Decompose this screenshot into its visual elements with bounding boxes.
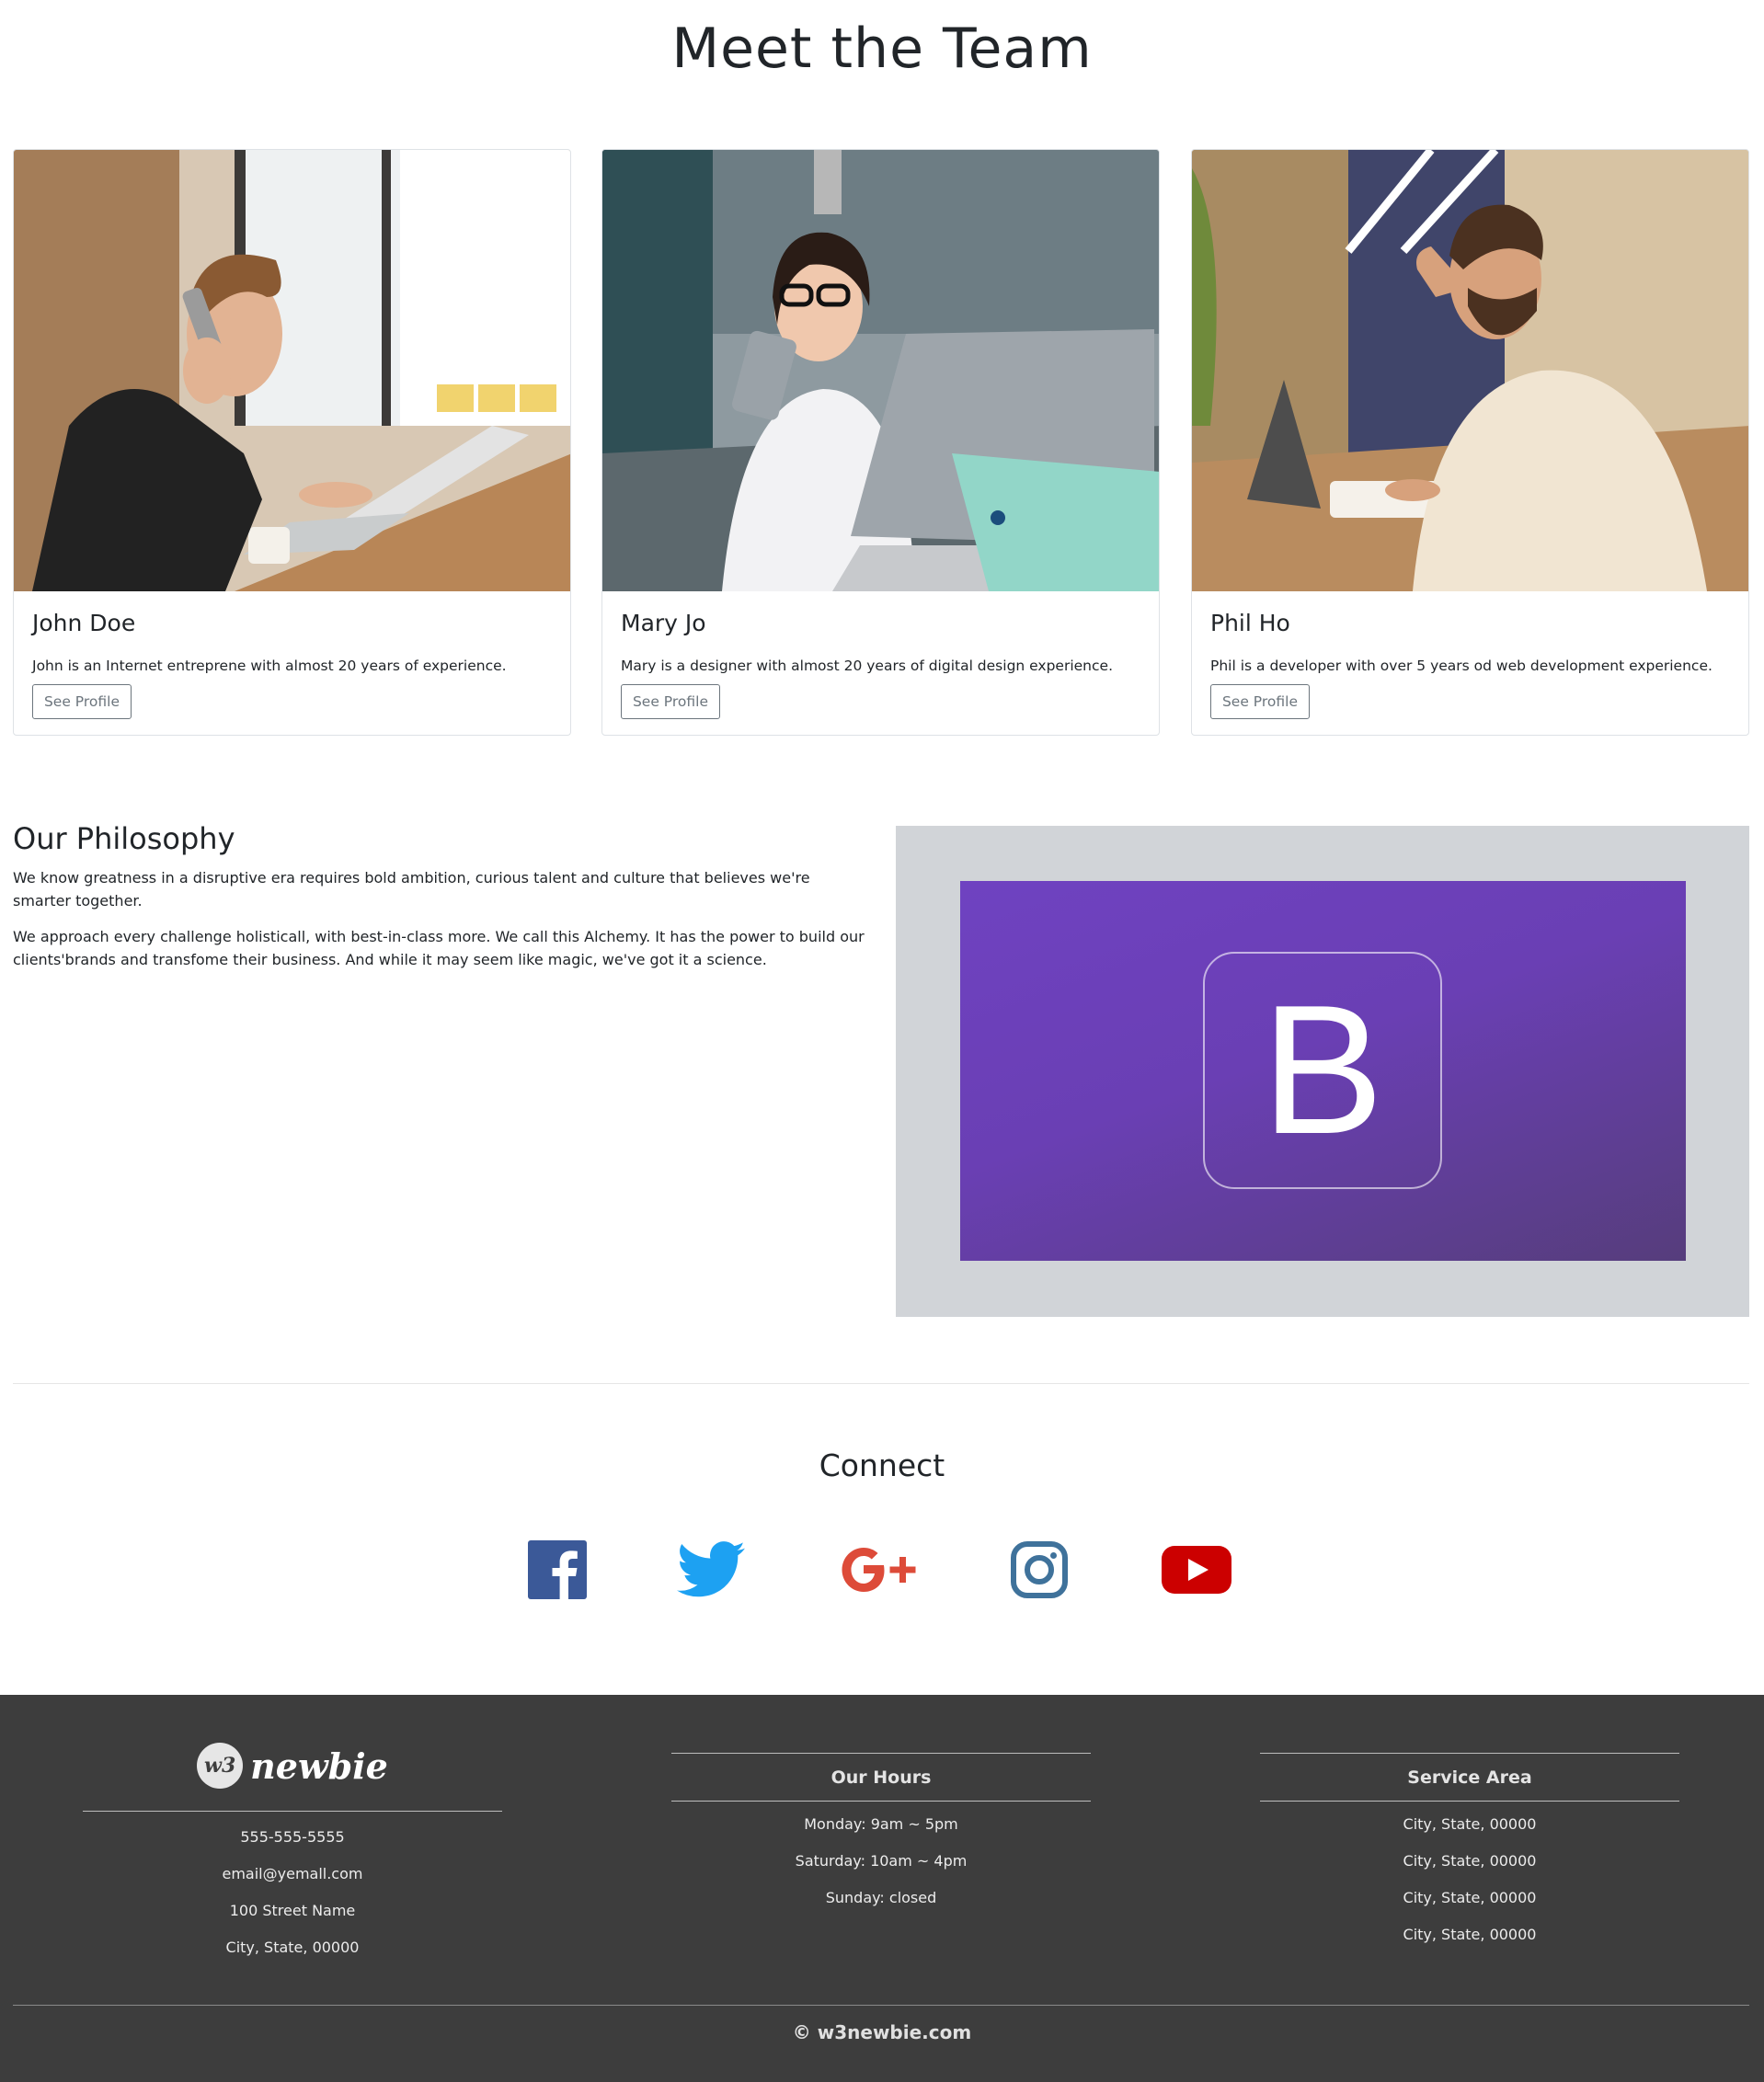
footer-street: 100 Street Name — [229, 1902, 356, 1919]
member-name: John Doe — [32, 610, 136, 636]
twitter-icon[interactable] — [677, 1538, 745, 1602]
philosophy-title: Our Philosophy — [13, 821, 235, 856]
bootstrap-logo-icon: B — [1203, 952, 1442, 1189]
footer-hours-line: Sunday: closed — [825, 1889, 937, 1906]
member-description: John is an Internet entreprene with almo… — [32, 658, 507, 674]
footer-service-line: City, State, 00000 — [1403, 1889, 1537, 1906]
footer-city: City, State, 00000 — [225, 1939, 360, 1956]
page-title: Meet the Team — [671, 17, 1093, 81]
footer-rule — [83, 1811, 502, 1812]
member-photo — [14, 150, 570, 591]
footer-contact: w3 newbie 555-555-5555 email@yemall.com … — [83, 1743, 502, 1966]
member-name: Mary Jo — [621, 610, 706, 636]
member-name: Phil Ho — [1210, 610, 1290, 636]
team-card: John Doe John is an Internet entreprene … — [13, 149, 571, 736]
footer-rule — [1260, 1801, 1679, 1802]
footer-service-title: Service Area — [1407, 1767, 1532, 1788]
footer: w3 newbie 555-555-5555 email@yemall.com … — [0, 1695, 1764, 2082]
footer-phone: 555-555-5555 — [240, 1828, 345, 1846]
logo-badge: w3 — [197, 1743, 244, 1789]
footer-hours-title: Our Hours — [830, 1767, 932, 1788]
see-profile-button[interactable]: See Profile — [621, 684, 720, 719]
connect-title: Connect — [819, 1447, 945, 1483]
team-card: Phil Ho Phil is a developer with over 5 … — [1191, 149, 1749, 736]
see-profile-button[interactable]: See Profile — [1210, 684, 1310, 719]
footer-service-line: City, State, 00000 — [1403, 1815, 1537, 1833]
footer-service-line: City, State, 00000 — [1403, 1926, 1537, 1943]
footer-service-line: City, State, 00000 — [1403, 1852, 1537, 1870]
member-description: Phil is a developer with over 5 years od… — [1210, 658, 1712, 674]
bootstrap-banner: B — [960, 881, 1686, 1261]
footer-logo[interactable]: w3 newbie — [83, 1737, 502, 1794]
team-card: Mary Jo Mary is a designer with almost 2… — [601, 149, 1160, 736]
member-photo — [1192, 150, 1748, 591]
logo-text: newbie — [250, 1745, 388, 1787]
footer-email: email@yemall.com — [222, 1865, 363, 1882]
copyright-rule — [13, 2005, 1749, 2006]
instagram-icon[interactable] — [1010, 1538, 1069, 1602]
facebook-icon[interactable] — [528, 1538, 587, 1602]
copyright[interactable]: © w3newbie.com — [0, 2021, 1764, 2043]
philosophy-image: B — [896, 826, 1749, 1317]
member-description: Mary is a designer with almost 20 years … — [621, 658, 1113, 674]
footer-service-area: Service Area City, State, 00000 City, St… — [1260, 1750, 1679, 1953]
footer-hours-line: Monday: 9am ~ 5pm — [804, 1815, 958, 1833]
youtube-icon[interactable] — [1161, 1538, 1232, 1602]
footer-hours-line: Saturday: 10am ~ 4pm — [795, 1852, 968, 1870]
team-cards: John Doe John is an Internet entreprene … — [13, 149, 1749, 738]
google-plus-icon[interactable] — [833, 1538, 925, 1602]
philosophy-paragraph: We know greatness in a disruptive era re… — [13, 869, 810, 909]
footer-rule — [671, 1801, 1091, 1802]
see-profile-button[interactable]: See Profile — [32, 684, 132, 719]
section-divider — [13, 1383, 1749, 1384]
philosophy-paragraph: We approach every challenge holisticall,… — [13, 928, 865, 968]
footer-hours: Our Hours Monday: 9am ~ 5pm Saturday: 10… — [671, 1750, 1091, 1916]
member-photo — [602, 150, 1159, 591]
